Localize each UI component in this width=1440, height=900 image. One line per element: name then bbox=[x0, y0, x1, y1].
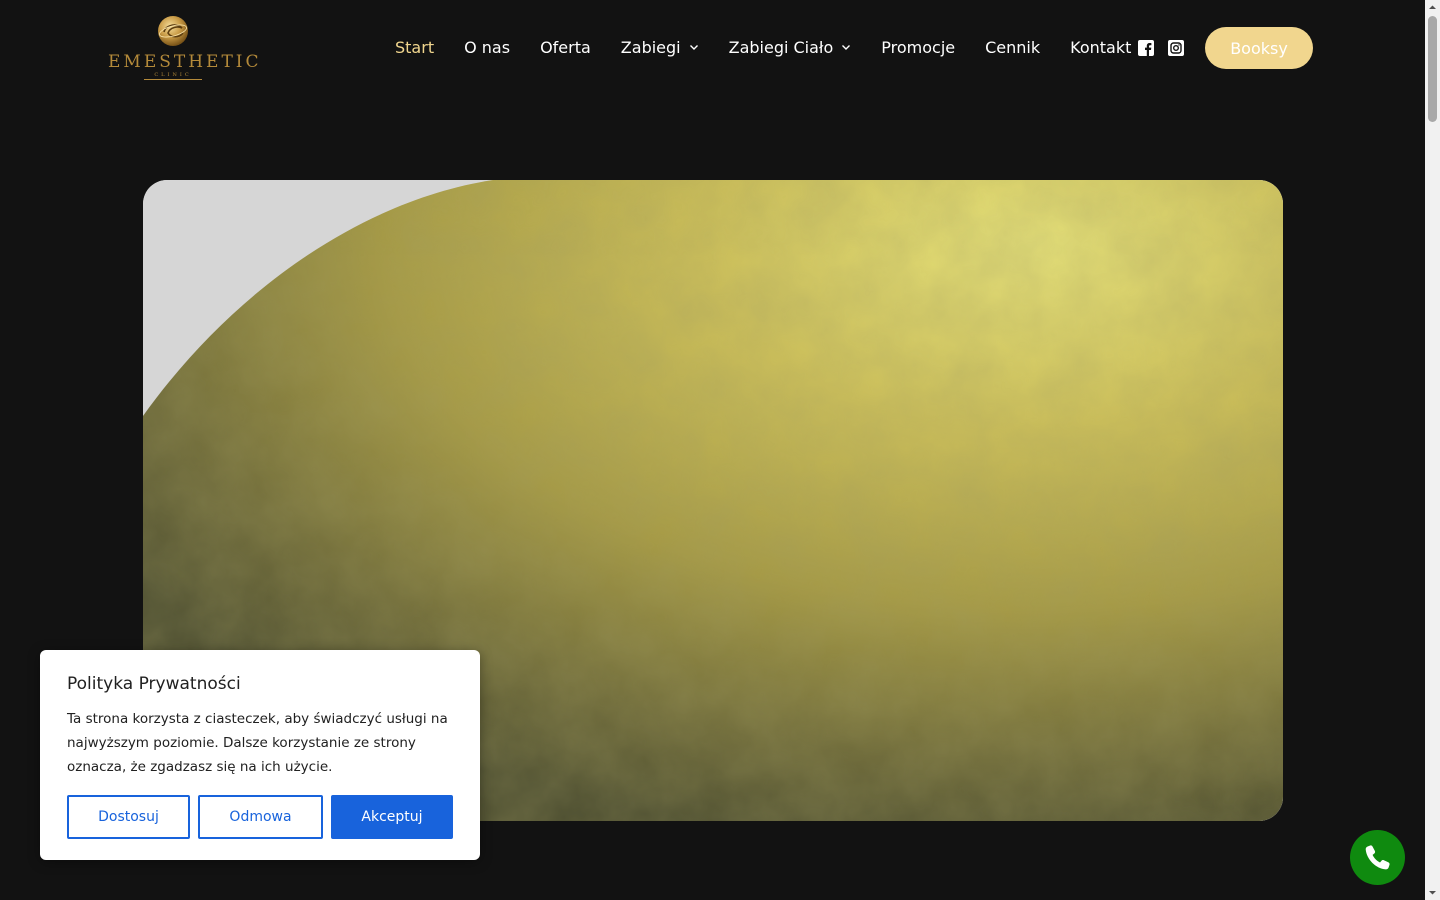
chevron-down-icon bbox=[842, 45, 851, 50]
call-button[interactable] bbox=[1350, 830, 1405, 885]
nav-item-o-nas[interactable]: O nas bbox=[449, 30, 525, 64]
facebook-icon[interactable] bbox=[1138, 40, 1154, 56]
nav-item-label: Zabiegi bbox=[620, 37, 681, 57]
logo-divider bbox=[144, 79, 202, 80]
page-scrollbar[interactable] bbox=[1425, 0, 1440, 900]
instagram-icon[interactable] bbox=[1168, 40, 1184, 56]
logo-emblem-icon bbox=[158, 16, 188, 46]
nav-item-zabiegi[interactable]: Zabiegi bbox=[606, 30, 714, 64]
cookie-accept-button[interactable]: Akceptuj bbox=[331, 795, 453, 839]
cookie-reject-button[interactable]: Odmowa bbox=[198, 795, 323, 839]
logo-subline: CLINIC bbox=[154, 72, 192, 78]
nav-item-label: Zabiegi Ciało bbox=[728, 37, 834, 57]
cookie-banner-text: Ta strona korzysta z ciasteczek, aby świ… bbox=[67, 711, 448, 775]
nav-item-start[interactable]: Start bbox=[380, 30, 449, 64]
nav-item-label: Start bbox=[395, 37, 435, 57]
nav-item-oferta[interactable]: Oferta bbox=[525, 30, 606, 64]
nav-item-label: O nas bbox=[464, 37, 511, 57]
chevron-down-icon bbox=[689, 45, 698, 50]
logo-wordmark: EMESTHETIC bbox=[108, 52, 262, 72]
nav-item-promocje[interactable]: Promocje bbox=[866, 30, 970, 64]
scroll-down-arrow-icon[interactable] bbox=[1425, 885, 1440, 900]
booksy-button[interactable]: Booksy bbox=[1205, 27, 1313, 69]
main-nav: Start O nas Oferta Zabiegi Zabiegi Ciało… bbox=[380, 30, 1146, 64]
nav-item-label: Cennik bbox=[985, 37, 1041, 57]
nav-item-zabiegi-cialo[interactable]: Zabiegi Ciało bbox=[714, 30, 867, 64]
nav-item-kontakt[interactable]: Kontakt bbox=[1055, 30, 1146, 64]
cookie-consent-banner: Polityka Prywatności Ta strona korzysta … bbox=[40, 650, 480, 860]
nav-item-cennik[interactable]: Cennik bbox=[970, 30, 1055, 64]
nav-item-label: Promocje bbox=[881, 37, 956, 57]
nav-item-label: Kontakt bbox=[1070, 37, 1132, 57]
site-logo[interactable]: EMESTHETIC CLINIC bbox=[108, 12, 262, 82]
nav-item-label: Oferta bbox=[540, 37, 591, 57]
scrollbar-thumb[interactable] bbox=[1428, 16, 1437, 122]
cookie-customize-button[interactable]: Dostosuj bbox=[67, 795, 190, 839]
cookie-banner-title: Polityka Prywatności bbox=[67, 674, 241, 694]
phone-icon bbox=[1365, 845, 1390, 870]
site-header: EMESTHETIC CLINIC Start O nas Oferta Zab… bbox=[0, 0, 1425, 96]
scroll-up-arrow-icon[interactable] bbox=[1425, 0, 1440, 15]
